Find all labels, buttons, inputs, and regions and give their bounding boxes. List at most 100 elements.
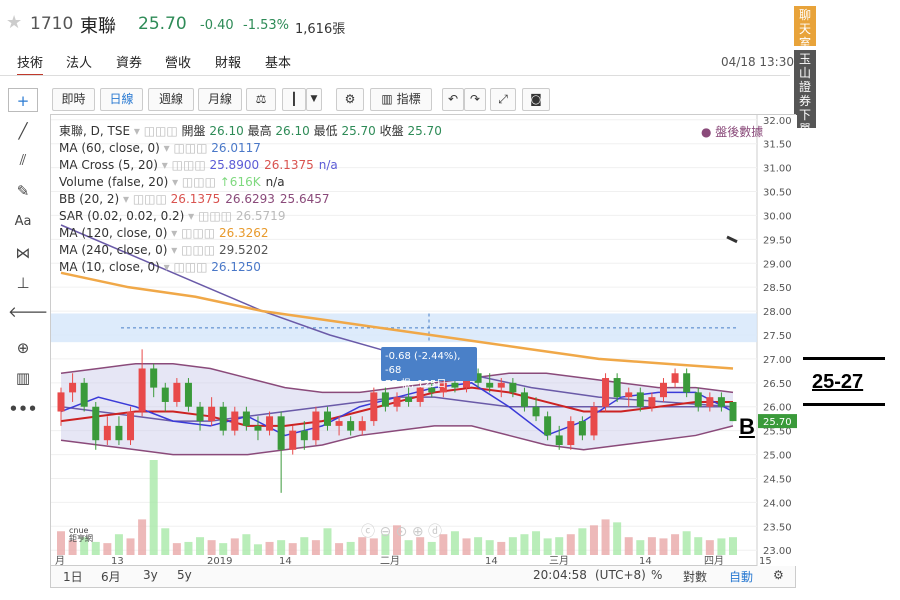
chart-area[interactable]: 32.00 31.50 31.00 30.50 30.00 29.50 29.00 28.50… [50,114,797,567]
after-hours-label[interactable]: ● 盤後數據 [701,123,763,140]
indicator-legend-row[interactable]: MA Cross (5, 20) ▾ ◫◫◫ 25.8900 26.1375 n/a [59,157,442,174]
candle-body [266,416,274,431]
volume-bar [288,543,297,555]
indicator-legend-row[interactable]: SAR (0.02, 0.02, 0.2) ▾ ◫◫◫ 26.5719 [59,208,442,225]
indicator-value: n/a [318,158,338,172]
trendline-icon[interactable]: ╱ [8,119,38,143]
zoom-out-icon[interactable]: ⊖ [379,524,391,540]
volume-bar [462,538,471,555]
candle-body [335,421,343,426]
volume-bar [532,531,541,555]
indicator-value: 29.5202 [218,243,269,257]
range-6m[interactable]: 6月 [101,568,121,585]
indicator-legend-row[interactable]: MA (240, close, 0) ▾ ◫◫◫ 29.5202 [59,242,442,259]
auto-toggle[interactable]: 自動 [729,568,753,585]
more-icon[interactable]: ••• [8,397,38,421]
indicator-controls-icon[interactable]: ▾ ◫◫◫ [184,209,235,223]
tab-institutional[interactable]: 法人 [66,52,92,71]
volume-bar [659,538,668,555]
tab-basic[interactable]: 基本 [265,52,291,71]
pattern-icon[interactable]: ⋈ [8,241,38,265]
scroll-right-icon[interactable]: ⓓ [428,524,442,540]
fib-icon[interactable]: ⫽ [8,148,38,172]
volume-bar [578,528,587,555]
candle-body [196,406,204,422]
interval-monthly[interactable]: 月線 [198,88,242,111]
chevron-down-icon[interactable]: ▼ [306,88,322,111]
interval-daily[interactable]: 日線 [100,88,143,111]
interval-weekly[interactable]: 週線 [148,88,194,111]
tab-technical[interactable]: 技術 [17,52,44,76]
volume-bar [161,528,170,555]
range-3y[interactable]: 3y [143,568,158,582]
indicator-controls-icon[interactable]: ▾ ◫◫◫ [160,141,211,155]
crosshair-icon[interactable]: + [8,88,38,112]
camera-icon[interactable]: ◙ [522,88,550,111]
y-tick-label: 27.50 [763,331,792,342]
indicator-legend-row[interactable]: BB (20, 2) ▾ ◫◫◫ 26.1375 26.6293 25.6457 [59,191,442,208]
settings-gear-icon[interactable]: ⚙ [336,88,364,111]
low-label: 最低 [313,124,338,138]
indicator-legend-row[interactable]: MA (10, close, 0) ▾ ◫◫◫ 26.1250 [59,259,442,276]
zoom-in-icon[interactable]: ⊕ [8,336,38,360]
volume-bar [346,541,355,555]
volume-bar [138,519,147,555]
indicator-value: 26.1375 [170,192,221,206]
broker-order-banner[interactable]: 玉山證券下單 [794,50,816,136]
volume-bar [184,541,193,555]
settings-small-icon[interactable]: ⚙ [773,568,784,582]
indicator-controls-icon[interactable]: ▾ ◫◫◫ [158,158,209,172]
tab-revenue[interactable]: 營收 [165,52,191,71]
undo-icon[interactable]: ↶ [442,88,464,111]
scroll-left-icon[interactable]: ⓒ [361,524,375,540]
volume-bar [404,540,413,555]
candle-body [127,411,135,441]
indicator-controls-icon[interactable]: ▾ ◫◫◫ [119,192,170,206]
indicator-controls-icon[interactable]: ▾ ◫◫◫ [167,243,218,257]
indicator-value: 26.1250 [211,260,261,274]
volume-total: 1,616張 [295,22,346,37]
volume-bar [126,538,135,555]
volume-bar [207,540,216,555]
candle-body [706,397,714,407]
y-tick-label: 30.00 [763,211,792,222]
y-tick-label: 24.50 [763,474,792,485]
range-1d[interactable]: 1日 [63,568,83,585]
tab-margin[interactable]: 資券 [116,52,142,71]
percent-toggle[interactable]: % [651,568,662,582]
zoom-in-chart-icon[interactable]: ⊕ [412,524,424,540]
volume-bar [520,534,529,555]
tab-financials[interactable]: 財報 [215,52,241,71]
indicator-controls-icon[interactable]: ▾ ◫◫◫ [167,226,218,240]
candle-body [370,392,378,422]
ruler-icon[interactable]: ▥ [8,366,38,390]
interval-intraday[interactable]: 即時 [52,88,95,111]
candle-body [242,411,250,426]
chat-room-button[interactable]: 聊天室 [794,6,816,50]
indicators-button[interactable]: ▥ 指標 [370,88,432,111]
candle-body [683,373,691,393]
candle-type-icon[interactable]: ┃ [282,88,306,111]
star-icon[interactable]: ★ [6,12,22,33]
measure-icon[interactable]: ⊥ [8,271,38,295]
indicator-legend-row[interactable]: Volume (false, 20) ▾ ◫◫◫ ↑616K n/a [59,174,442,191]
timezone[interactable]: (UTC+8) [595,568,646,582]
log-toggle[interactable]: 對數 [683,568,707,585]
indicator-controls-icon[interactable]: ▾ ◫◫◫ [160,260,211,274]
indicator-legend-row[interactable]: MA (120, close, 0) ▾ ◫◫◫ 26.3262 [59,225,442,242]
indicator-value: n/a [265,175,285,189]
indicator-controls-icon[interactable]: ▾ ◫◫◫ [168,175,219,189]
reset-icon[interactable]: ⊙ [396,524,408,540]
redo-icon[interactable]: ↷ [464,88,486,111]
text-tool-icon[interactable]: Aa [8,210,38,234]
candle-body [173,382,181,402]
volume-bar [300,537,309,555]
indicator-legend-row[interactable]: MA (60, close, 0) ▾ ◫◫◫ 26.0117 [59,140,442,157]
fullscreen-icon[interactable]: ⤢ [490,88,516,111]
compare-icon[interactable]: ⚖ [246,88,276,111]
brush-icon[interactable]: ✎ [8,179,38,203]
range-5y[interactable]: 5y [177,568,192,582]
arrow-left-icon[interactable]: 🡐 [8,300,48,324]
volume-bar [149,460,158,555]
volume-bar [277,540,286,555]
